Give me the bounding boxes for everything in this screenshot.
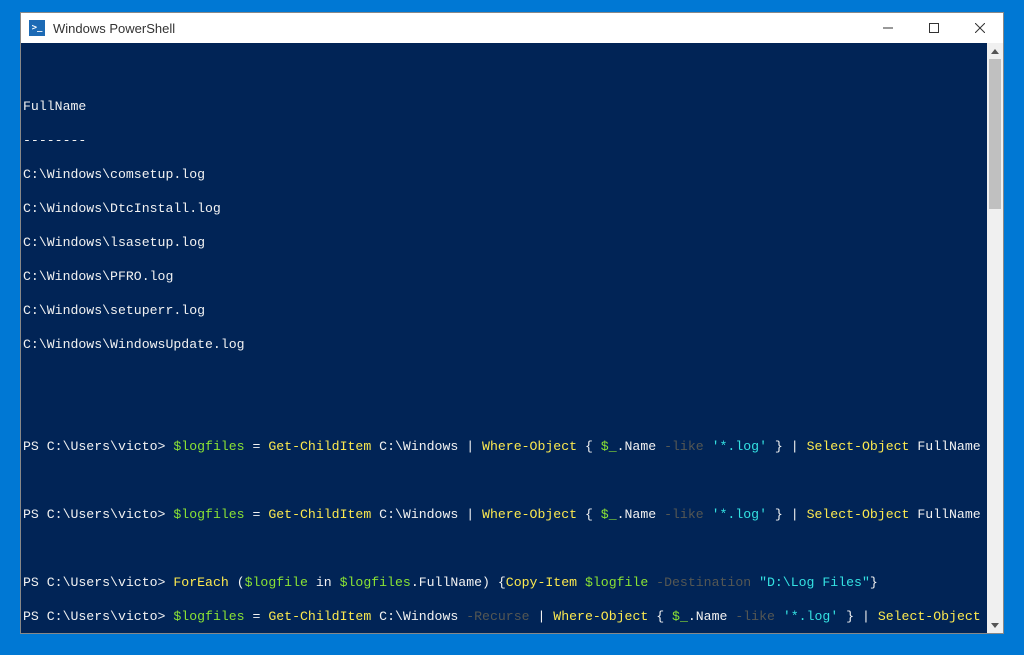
command-line: PS C:\Users\victo> ForEach ($logfile in …	[23, 574, 985, 591]
command-line: PS C:\Users\victo> $logfiles = Get-Child…	[23, 506, 985, 523]
output-separator: --------	[23, 132, 985, 149]
output-file: C:\Windows\PFRO.log	[23, 268, 985, 285]
window-controls	[865, 13, 1003, 43]
window-title: Windows PowerShell	[53, 21, 865, 36]
scroll-down-button[interactable]	[987, 617, 1003, 633]
powershell-icon: >_	[29, 20, 45, 36]
command-line: PS C:\Users\victo> $logfiles = Get-Child…	[23, 608, 985, 625]
titlebar[interactable]: >_ Windows PowerShell	[21, 13, 1003, 43]
command-line: PS C:\Users\victo> $logfiles = Get-Child…	[23, 438, 985, 455]
output-header: FullName	[23, 98, 985, 115]
console-output[interactable]: FullName -------- C:\Windows\comsetup.lo…	[21, 43, 987, 633]
content-area: FullName -------- C:\Windows\comsetup.lo…	[21, 43, 1003, 633]
output-file: C:\Windows\comsetup.log	[23, 166, 985, 183]
close-button[interactable]	[957, 13, 1003, 43]
vertical-scrollbar[interactable]	[987, 43, 1003, 633]
scroll-up-button[interactable]	[987, 43, 1003, 59]
maximize-button[interactable]	[911, 13, 957, 43]
output-file: C:\Windows\DtcInstall.log	[23, 200, 985, 217]
powershell-window: >_ Windows PowerShell FullName -------- …	[20, 12, 1004, 634]
output-file: C:\Windows\setuperr.log	[23, 302, 985, 319]
minimize-button[interactable]	[865, 13, 911, 43]
output-file: C:\Windows\WindowsUpdate.log	[23, 336, 985, 353]
output-file: C:\Windows\lsasetup.log	[23, 234, 985, 251]
scrollbar-thumb[interactable]	[989, 59, 1001, 209]
